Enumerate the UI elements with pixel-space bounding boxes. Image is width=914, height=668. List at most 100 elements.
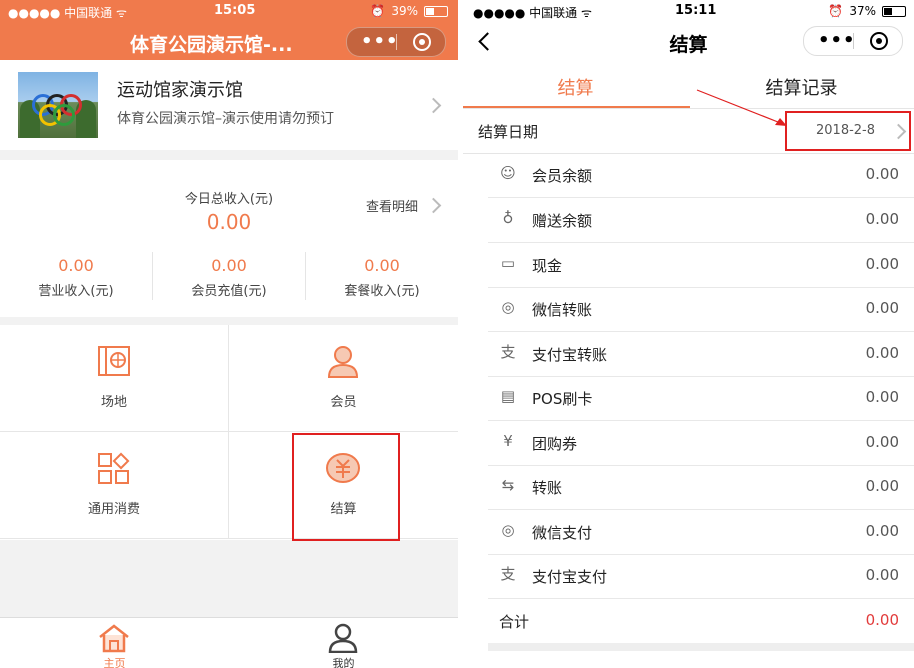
navigation-bar: 体育公园演示馆-... ••• xyxy=(0,22,458,60)
venue-card[interactable]: 运动馆家演示馆 体育公园演示馆–演示使用请勿预订 xyxy=(0,60,458,150)
stat-value: 0.00 xyxy=(58,256,94,275)
bottom-tab-bar: 主页 我的 xyxy=(0,617,458,668)
menu-item-label: 会员 xyxy=(330,395,357,410)
court-icon xyxy=(98,346,130,376)
list-item: ◎ 微信支付 0.00 xyxy=(488,510,914,555)
payment-method-label: 微信支付 xyxy=(532,524,593,542)
close-target-icon[interactable] xyxy=(413,33,431,51)
tab-settlement[interactable]: 结算 xyxy=(463,74,688,100)
stat-label: 套餐收入(元) xyxy=(344,284,420,299)
wechat-pay-icon: ◎ xyxy=(501,521,515,539)
payment-method-label: 团购券 xyxy=(532,435,578,453)
active-tab-indicator xyxy=(463,106,690,108)
mini-program-capsule: ••• xyxy=(346,27,446,57)
battery-icon xyxy=(882,5,906,17)
list-item: 支 支付宝转账 0.00 xyxy=(488,332,914,377)
general-consumption-icon xyxy=(98,452,130,484)
navigation-bar: 结算 ••• xyxy=(463,22,914,60)
venue-thumbnail xyxy=(18,72,98,138)
stat-label: 营业收入(元) xyxy=(38,284,114,299)
wallet-icon: ▭ xyxy=(500,254,516,272)
alipay-pay-icon: 支 xyxy=(500,565,516,583)
tab-label: 主页 xyxy=(103,657,126,668)
right-phone-screen: ●●●●● 中国联通 ᯤ 15:11 ⏰ 37% 结算 ••• 结算 结算记录 … xyxy=(463,0,914,668)
payment-amount: 0.00 xyxy=(865,165,899,183)
tab-label: 我的 xyxy=(332,657,355,668)
venue-name: 运动馆家演示馆 xyxy=(117,80,243,101)
stat-label: 会员充值(元) xyxy=(191,284,267,299)
battery-icon xyxy=(424,5,448,17)
list-item: ◎ 微信转账 0.00 xyxy=(488,287,914,332)
payment-amount: 0.00 xyxy=(865,566,899,584)
left-phone-screen: ●●●●● 中国联通 ᯤ 15:05 ⏰ 39% 体育公园演示馆-... •••… xyxy=(0,0,458,668)
member-icon xyxy=(327,346,359,378)
pos-icon: ▤ xyxy=(500,387,516,405)
capsule-divider xyxy=(396,34,397,50)
stat-package-income: 0.00 套餐收入(元) xyxy=(306,256,458,299)
home-icon xyxy=(99,624,129,653)
function-menu: 场地 会员 通用消费 结算 xyxy=(0,325,458,541)
payment-method-label: 转账 xyxy=(532,479,563,497)
close-target-icon[interactable] xyxy=(870,32,888,50)
member-balance-icon: ☺ xyxy=(500,164,516,182)
transfer-icon: ⇆ xyxy=(501,476,515,494)
tab-profile[interactable]: 我的 xyxy=(229,618,458,668)
list-item: ▭ 现金 0.00 xyxy=(488,243,914,288)
more-icon[interactable]: ••• xyxy=(818,30,856,51)
clock-text: 15:05 xyxy=(214,3,256,18)
battery-percent: 37% xyxy=(849,4,876,18)
list-item: ⇆ 转账 0.00 xyxy=(488,465,914,510)
menu-item-member[interactable]: 会员 xyxy=(229,325,458,432)
stat-value: 0.00 xyxy=(211,256,247,275)
stat-value: 0.00 xyxy=(364,256,400,275)
stat-business-income: 0.00 营业收入(元) xyxy=(0,256,152,299)
list-item: 支 支付宝支付 0.00 xyxy=(488,554,914,599)
carrier-text: ●●●●● 中国联通 ᯤ xyxy=(8,6,127,20)
stat-member-recharge: 0.00 会员充值(元) xyxy=(153,256,305,299)
list-item: ☺ 会员余额 0.00 xyxy=(488,153,914,198)
payment-method-label: 微信转账 xyxy=(532,301,593,319)
status-bar: ●●●●● 中国联通 ᯤ 15:11 ⏰ 37% xyxy=(463,0,914,22)
menu-item-court[interactable]: 场地 xyxy=(0,325,229,432)
clock-text: 15:11 xyxy=(675,3,717,18)
menu-item-label: 场地 xyxy=(100,395,127,410)
payment-amount: 0.00 xyxy=(865,255,899,273)
battery-indicator: ⏰ 39% xyxy=(370,4,448,18)
more-icon[interactable]: ••• xyxy=(361,31,399,52)
list-item: ¥ 团购券 0.00 xyxy=(488,421,914,466)
battery-indicator: ⏰ 37% xyxy=(828,4,906,18)
payment-method-label: 支付宝支付 xyxy=(532,568,608,586)
total-row: 合计 0.00 xyxy=(488,599,914,651)
view-details-link[interactable]: 查看明细 xyxy=(366,196,418,215)
tab-home[interactable]: 主页 xyxy=(0,618,229,668)
payment-method-label: 支付宝转账 xyxy=(532,346,608,364)
payment-amount: 0.00 xyxy=(865,477,899,495)
total-amount: 0.00 xyxy=(865,611,899,629)
payment-method-label: POS刷卡 xyxy=(532,390,593,408)
list-item: ♁ 赠送余额 0.00 xyxy=(488,198,914,243)
alipay-icon: 支 xyxy=(500,343,516,361)
battery-percent: 39% xyxy=(391,4,418,18)
venue-subtitle: 体育公园演示馆–演示使用请勿预订 xyxy=(117,111,334,127)
payment-method-label: 会员余额 xyxy=(532,167,593,185)
carrier-text: ●●●●● 中国联通 ᯤ xyxy=(473,6,592,20)
list-item: ▤ POS刷卡 0.00 xyxy=(488,376,914,421)
highlight-box xyxy=(785,111,911,151)
status-bar: ●●●●● 中国联通 ᯤ 15:05 ⏰ 39% xyxy=(0,0,458,22)
settlement-tabs: 结算 结算记录 xyxy=(463,60,914,109)
payment-amount: 0.00 xyxy=(865,388,899,406)
page-title: 体育公园演示馆-... xyxy=(130,34,293,56)
menu-item-general-consumption[interactable]: 通用消费 xyxy=(0,432,229,539)
alarm-icon: ⏰ xyxy=(370,4,386,18)
income-summary: 今日总收入(元) 0.00 查看明细 0.00 营业收入(元) 0.00 会员充… xyxy=(0,160,458,317)
payment-amount: 0.00 xyxy=(865,210,899,228)
menu-item-label: 通用消费 xyxy=(87,502,140,517)
settlement-date-label: 结算日期 xyxy=(478,123,539,141)
payment-amount: 0.00 xyxy=(865,433,899,451)
alarm-icon: ⏰ xyxy=(828,4,844,18)
gift-balance-icon: ♁ xyxy=(502,209,514,227)
highlight-box xyxy=(292,433,400,541)
profile-icon xyxy=(328,623,358,653)
mini-program-capsule: ••• xyxy=(803,26,903,56)
payment-method-label: 赠送余额 xyxy=(532,212,593,230)
